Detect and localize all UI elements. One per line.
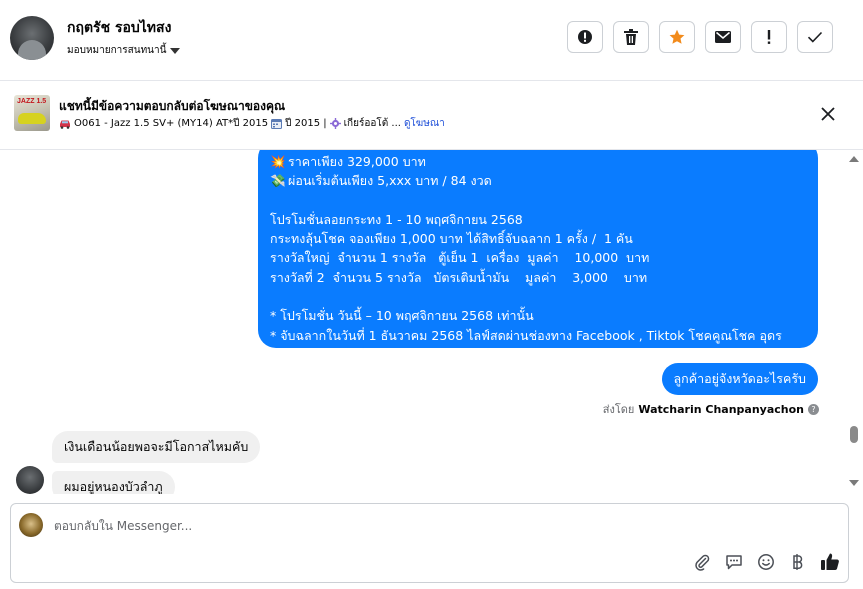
promo-line-text: * โปรโมชั่น วันนี้ – 10 พฤศจิกายน 2568 เ… — [270, 308, 534, 324]
star-icon — [669, 29, 685, 44]
message-thread[interactable]: 💥 ราคาเพียง 329,000 บาท 💸 ผ่อนเริ่มต้นเพีย… — [0, 150, 845, 494]
view-ad-link[interactable]: ดูโฆษณา — [404, 116, 445, 131]
year-text: ปี 2015 | — [285, 118, 327, 129]
thumbs-up-icon — [821, 553, 839, 570]
chevron-down-icon — [170, 47, 181, 54]
promo-line: 💥 ราคาเพียง 329,000 บาท — [270, 152, 806, 171]
customer-avatar[interactable] — [16, 466, 44, 494]
reply-composer — [10, 503, 849, 583]
scroll-down-arrow-icon[interactable] — [849, 480, 859, 486]
paperclip-icon — [695, 554, 710, 571]
ad-thumbnail[interactable]: JAZZ 1.5 — [14, 95, 50, 131]
scroll-up-arrow-icon[interactable] — [849, 156, 859, 162]
payment-button[interactable] — [788, 552, 808, 572]
composer-tools — [692, 552, 840, 572]
promo-line — [270, 287, 806, 306]
close-icon[interactable] — [819, 105, 837, 123]
sent-by-prefix: ส่งโดย — [602, 403, 635, 416]
assign-label: มอบหมายการสนทนานี้ — [67, 45, 167, 56]
help-icon[interactable]: ? — [808, 403, 819, 415]
promo-line-text: ราคาเพียง 329,000 บาท — [288, 154, 426, 169]
chat-bubble-icon — [726, 555, 742, 570]
ad-thumbnail-text: JAZZ 1.5 — [17, 98, 47, 105]
banner-subtitle: O061 - Jazz 1.5 SV+ (MY14) AT*ปี 2015 ปี… — [59, 116, 445, 131]
saved-replies-button[interactable] — [724, 552, 744, 572]
emoji-button[interactable] — [756, 552, 776, 572]
delete-button[interactable] — [613, 21, 649, 53]
envelope-icon — [715, 31, 731, 43]
thread-scrollbar[interactable] — [845, 150, 863, 494]
promo-line-text: รางวัลใหญ่ จำนวน 1 รางวัล ตู้เย็น 1 เครื… — [270, 250, 650, 266]
promo-line: โปรโมชั่นลอยกระทง 1 - 10 พฤศจิกายน 2568 — [270, 210, 806, 229]
promo-line: กระทงลุ้นโชค จองเพียง 1,000 บาท ได้สิทธิ… — [270, 229, 806, 248]
promo-line: * โปรโมชั่น วันนี้ – 10 พฤศจิกายน 2568 เ… — [270, 306, 806, 325]
sent-by-name: Watcharin Chanpanyachon — [638, 402, 804, 416]
like-button[interactable] — [820, 552, 840, 572]
reply-input[interactable] — [54, 516, 654, 536]
outgoing-message-bubble[interactable]: ลูกค้าอยู่จังหวัดอะไรครับ — [661, 363, 818, 395]
promo-line: รางวัลใหญ่ จำนวน 1 รางวัล ตู้เย็น 1 เครื… — [270, 248, 806, 267]
banner-title: แชทนี้มีข้อความตอบกลับต่อโฆษณาของคุณ — [59, 99, 286, 113]
contact-name[interactable]: กฤตรัช รอบไทสง — [67, 17, 171, 39]
scroll-thumb[interactable] — [850, 426, 858, 443]
conversation-header: กฤตรัช รอบไทสง มอบหมายการสนทนานี้ — [0, 0, 863, 81]
header-actions — [567, 21, 833, 53]
baht-icon — [793, 554, 803, 570]
collision-icon: 💥 — [270, 154, 286, 169]
gear-icon — [329, 118, 341, 129]
promo-line: * จับฉลากในวันที่ 1 ธันวาคม 2568 ไลฟ์สดผ… — [270, 326, 806, 345]
calendar-icon — [271, 119, 283, 129]
car-image — [18, 113, 46, 124]
star-button[interactable] — [659, 21, 695, 53]
attach-button[interactable] — [692, 552, 712, 572]
promo-line-text: ผ่อนเริ่มต้นเพียง 5,xxx บาท / 84 งวด — [288, 173, 492, 189]
assign-conversation-dropdown[interactable]: มอบหมายการสนทนานี้ — [67, 43, 181, 58]
check-icon — [807, 31, 823, 43]
incoming-message-bubble[interactable]: ผมอยู่หนองบัวลำภู — [52, 471, 175, 494]
smiley-icon — [758, 554, 774, 570]
promo-line: 💸 ผ่อนเริ่มต้นเพียง 5,xxx บาท / 84 งวด — [270, 171, 806, 190]
contact-avatar[interactable] — [10, 16, 54, 60]
promo-line-text: กระทงลุ้นโชค จองเพียง 1,000 บาท ได้สิทธิ… — [270, 231, 633, 247]
promo-line-text: โปรโมชั่นลอยกระทง 1 - 10 พฤศจิกายน 2568 — [270, 211, 523, 227]
mark-unread-button[interactable] — [705, 21, 741, 53]
exclamation-icon — [767, 30, 771, 44]
ad-reply-banner: JAZZ 1.5 แชทนี้มีข้อความตอบกลับต่อโฆษณาข… — [0, 81, 863, 150]
report-button[interactable] — [567, 21, 603, 53]
car-model-text: O061 - Jazz 1.5 SV+ (MY14) AT*ปี 2015 — [74, 118, 269, 129]
money-wings-icon: 💸 — [270, 173, 286, 189]
sent-by-info: ส่งโดย Watcharin Chanpanyachon ? — [603, 400, 819, 418]
promo-message-bubble[interactable]: 💥 ราคาเพียง 329,000 บาท 💸 ผ่อนเริ่มต้นเพีย… — [258, 150, 818, 348]
incoming-message-bubble[interactable]: เงินเดือนน้อยพอจะมีโอกาสไหมคับ — [52, 431, 261, 463]
alert-circle-icon — [578, 30, 592, 44]
promo-line — [270, 191, 806, 210]
promo-line: รางวัลที่ 2 จำนวน 5 รางวัล บัตรเติมน้ำมั… — [270, 268, 806, 287]
car-icon — [60, 120, 70, 129]
promo-line-text: * จับฉลากในวันที่ 1 ธันวาคม 2568 ไลฟ์สดผ… — [270, 327, 782, 343]
promo-line-text: รางวัลที่ 2 จำนวน 5 รางวัล บัตรเติมน้ำมั… — [270, 269, 648, 285]
page-avatar — [19, 513, 43, 537]
mark-done-button[interactable] — [797, 21, 833, 53]
follow-up-button[interactable] — [751, 21, 787, 53]
trash-icon — [624, 29, 638, 45]
gear-text: เกียร์ออโต้ ... — [343, 118, 401, 129]
